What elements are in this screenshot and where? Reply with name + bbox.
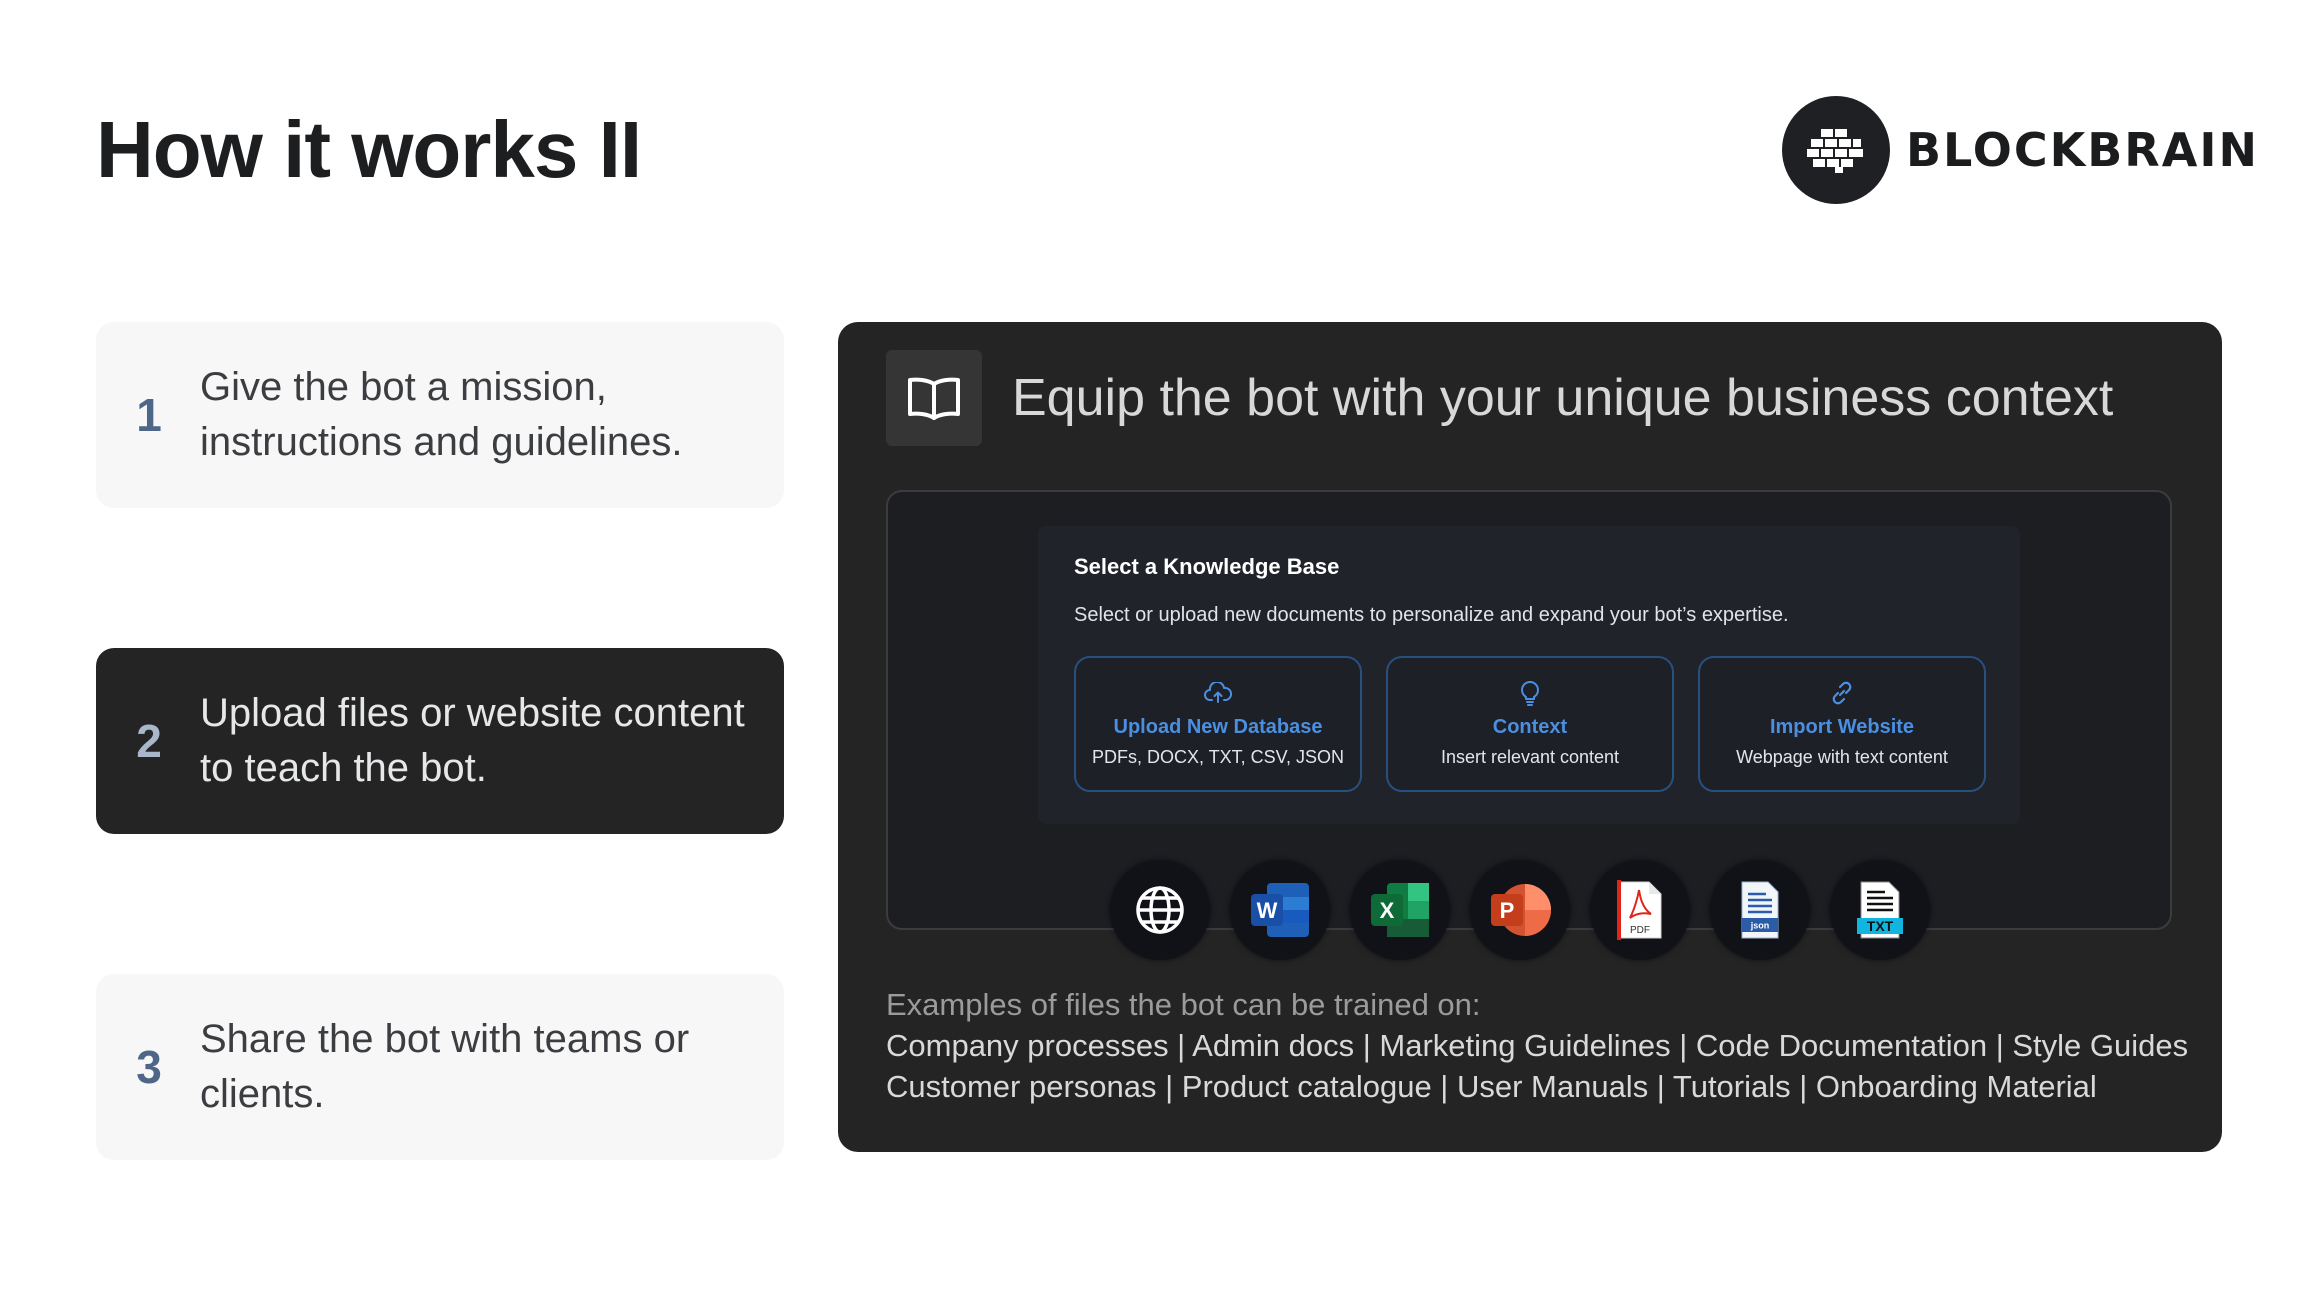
upload-database-button[interactable]: Upload New Database PDFs, DOCX, TXT, CSV… bbox=[1074, 656, 1362, 792]
context-panel: Equip the bot with your unique business … bbox=[838, 322, 2222, 1152]
examples-line-2: Customer personas | Product catalogue | … bbox=[886, 1069, 2097, 1104]
kb-title: Select a Knowledge Base bbox=[1074, 554, 1340, 579]
option-description: PDFs, DOCX, TXT, CSV, JSON bbox=[1091, 747, 1345, 767]
lightbulb-icon bbox=[1520, 680, 1540, 706]
step-number: 3 bbox=[136, 1041, 162, 1093]
option-label: Import Website bbox=[1769, 716, 1915, 738]
globe-icon bbox=[1110, 860, 1210, 960]
blockbrain-logo: BLOCKBRAIN bbox=[1782, 96, 2259, 204]
logo-text: BLOCKBRAIN bbox=[1906, 123, 2259, 177]
excel-icon: X bbox=[1350, 860, 1450, 960]
link-icon bbox=[1829, 680, 1855, 706]
examples-line-1: Company processes | Admin docs | Marketi… bbox=[886, 1028, 2189, 1063]
context-button[interactable]: Context Insert relevant content bbox=[1386, 656, 1674, 792]
slide-title: How it works II bbox=[96, 105, 642, 194]
option-description: Insert relevant content bbox=[1440, 747, 1620, 767]
brain-icon bbox=[1782, 96, 1890, 204]
step-text: Give the bot a mission, instructions and… bbox=[200, 365, 683, 464]
json-icon: json bbox=[1710, 860, 1810, 960]
json-label: json bbox=[1750, 921, 1770, 931]
cloud-upload-icon bbox=[1204, 680, 1232, 706]
excel-letter: X bbox=[1380, 898, 1395, 923]
step-3-card: 3 Share the bot with teams or clients. bbox=[96, 974, 784, 1160]
examples-text: Examples of files the bot can be trained… bbox=[886, 984, 2206, 1107]
import-website-button[interactable]: Import Website Webpage with text content bbox=[1698, 656, 1986, 792]
step-2-card: 2 Upload files or website content to tea… bbox=[96, 648, 784, 834]
powerpoint-letter: P bbox=[1500, 898, 1515, 923]
txt-label: TXT bbox=[1867, 918, 1894, 934]
word-icon: W bbox=[1230, 860, 1330, 960]
file-type-icons: W X P PDF json TXT bbox=[1110, 860, 1930, 960]
step-number: 1 bbox=[136, 389, 162, 441]
step-1-card: 1 Give the bot a mission, instructions a… bbox=[96, 322, 784, 508]
pdf-icon: PDF bbox=[1590, 860, 1690, 960]
book-icon bbox=[886, 350, 982, 446]
powerpoint-icon: P bbox=[1470, 860, 1570, 960]
kb-subtitle: Select or upload new documents to person… bbox=[1074, 604, 1789, 626]
knowledge-base-card: Select a Knowledge Base Select or upload… bbox=[1038, 526, 2020, 824]
txt-icon: TXT bbox=[1830, 860, 1930, 960]
option-label: Upload New Database bbox=[1113, 716, 1323, 738]
step-text: Share the bot with teams or clients. bbox=[200, 1017, 690, 1116]
examples-intro: Examples of files the bot can be trained… bbox=[886, 987, 1481, 1022]
panel-heading: Equip the bot with your unique business … bbox=[1012, 369, 2114, 427]
step-number: 2 bbox=[136, 715, 162, 767]
word-letter: W bbox=[1257, 898, 1278, 923]
pdf-label: PDF bbox=[1630, 925, 1650, 936]
step-text: Upload files or website content to teach… bbox=[200, 691, 745, 790]
option-description: Webpage with text content bbox=[1736, 747, 1948, 767]
option-label: Context bbox=[1492, 716, 1568, 738]
